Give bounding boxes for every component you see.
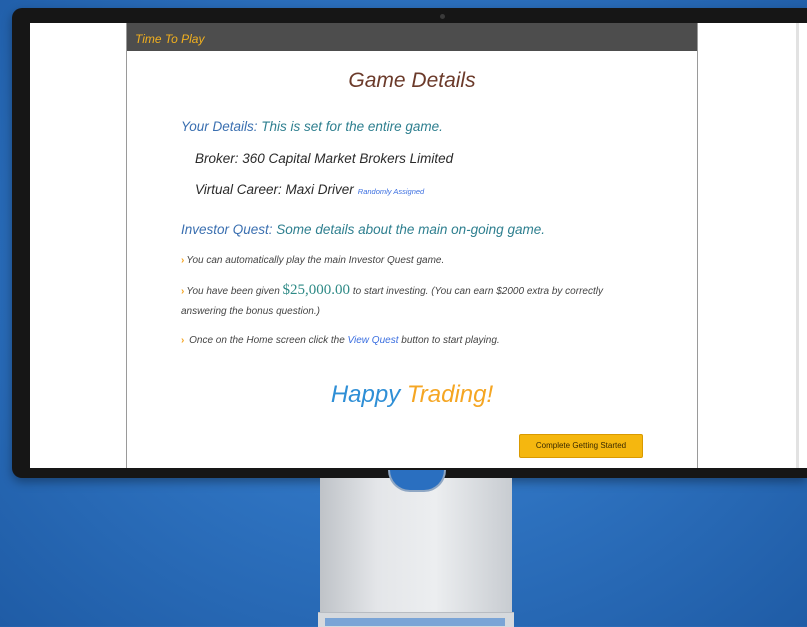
dialog-title-bar: Time To Play [127, 23, 697, 51]
your-details-description: This is set for the entire game. [257, 119, 443, 134]
scrollbar-track[interactable] [796, 23, 799, 468]
webcam-dot [440, 14, 445, 19]
background-panel-right [696, 23, 807, 468]
happy-word: Happy [330, 381, 401, 408]
info-line-autoplay: › You can automatically play the main Inv… [181, 251, 651, 271]
stand-base-slot [325, 618, 505, 626]
monitor-frame: Time To Play Game Details Your Details: … [12, 8, 807, 478]
view-quest-link[interactable]: View Quest [348, 335, 399, 346]
investor-quest-heading: Investor Quest: Some details about the m… [181, 222, 545, 237]
complete-getting-started-button[interactable]: Complete Getting Started [519, 434, 643, 458]
starting-funds-amount: $25,000.00 [282, 282, 351, 298]
broker-detail: Broker: 360 Capital Market Brokers Limit… [195, 151, 454, 166]
info-line-funds: › You have been given $25,000.00 to start… [181, 280, 651, 322]
chevron-right-icon: › [181, 286, 185, 297]
trading-word: Trading! [406, 381, 494, 408]
info-line-funds-pre: You have been given [186, 286, 283, 297]
screen: Time To Play Game Details Your Details: … [30, 23, 807, 468]
game-details-dialog: Time To Play Game Details Your Details: … [126, 23, 698, 468]
chevron-right-icon: › [181, 255, 185, 266]
investor-quest-description: Some details about the main on-going gam… [272, 222, 545, 237]
page-title: Game Details [348, 69, 476, 92]
happy-trading-message: Happy Trading! [127, 381, 697, 409]
randomly-assigned-tag: Randomly Assigned [357, 187, 425, 196]
info-line-view-quest-pre: Once on the Home screen click the [186, 335, 348, 346]
chevron-right-icon: › [181, 335, 185, 346]
info-line-view-quest: › Once on the Home screen click the View… [181, 331, 651, 351]
your-details-heading: Your Details: This is set for the entire… [181, 119, 443, 134]
info-line-autoplay-text: You can automatically play the main Inve… [186, 255, 445, 266]
career-detail: Virtual Career: Maxi Driver Randomly Assi… [195, 182, 424, 197]
monitor-stand [320, 478, 512, 626]
investor-quest-label: Investor Quest: [181, 222, 273, 237]
your-details-label: Your Details: [181, 119, 258, 134]
info-line-view-quest-post: button to start playing. [398, 335, 500, 346]
career-text: Virtual Career: Maxi Driver [195, 182, 354, 197]
background-panel-left [30, 23, 126, 468]
